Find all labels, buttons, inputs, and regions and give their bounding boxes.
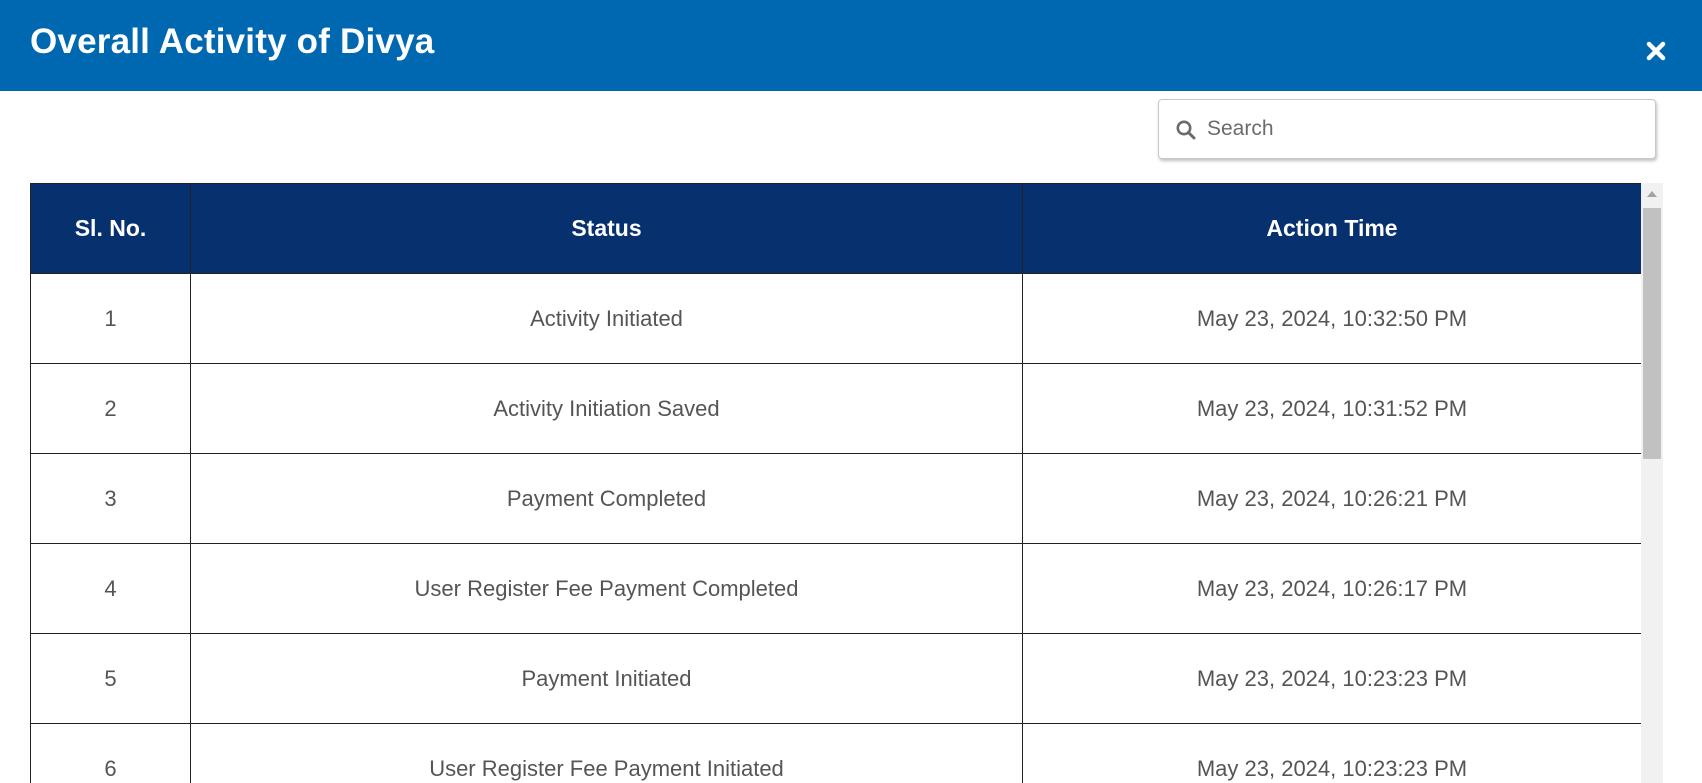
cell-status: Activity Initiated [190, 273, 1023, 364]
table-row: 4 User Register Fee Payment Completed Ma… [30, 543, 1641, 634]
cell-action-time: May 23, 2024, 10:26:17 PM [1022, 543, 1641, 634]
table-header-row: Sl. No. Status Action Time [30, 183, 1641, 274]
cell-status: User Register Fee Payment Initiated [190, 723, 1023, 783]
cell-action-time: May 23, 2024, 10:23:23 PM [1022, 723, 1641, 783]
cell-sl-no: 1 [30, 273, 191, 364]
cell-status: User Register Fee Payment Completed [190, 543, 1023, 634]
close-icon [1646, 41, 1666, 61]
scrollbar-thumb[interactable] [1643, 208, 1661, 459]
cell-status: Activity Initiation Saved [190, 363, 1023, 454]
table-row: 3 Payment Completed May 23, 2024, 10:26:… [30, 453, 1641, 544]
modal-title: Overall Activity of Divya [30, 22, 435, 61]
cell-sl-no: 3 [30, 453, 191, 544]
search-icon [1176, 120, 1196, 140]
table-row: 5 Payment Initiated May 23, 2024, 10:23:… [30, 633, 1641, 724]
cell-sl-no: 6 [30, 723, 191, 783]
cell-sl-no: 5 [30, 633, 191, 724]
close-button[interactable] [1638, 33, 1674, 69]
search-box[interactable] [1158, 99, 1656, 159]
cell-sl-no: 2 [30, 363, 191, 454]
column-header-status[interactable]: Status [190, 183, 1023, 274]
table-scrollbar[interactable] [1641, 183, 1663, 783]
cell-action-time: May 23, 2024, 10:23:23 PM [1022, 633, 1641, 724]
cell-sl-no: 4 [30, 543, 191, 634]
cell-action-time: May 23, 2024, 10:32:50 PM [1022, 273, 1641, 364]
scroll-up-arrow-icon[interactable] [1641, 183, 1663, 205]
cell-status: Payment Completed [190, 453, 1023, 544]
modal-header: Overall Activity of Divya [0, 0, 1702, 91]
activity-table-container: Sl. No. Status Action Time 1 Activity In… [30, 183, 1641, 783]
activity-table: Sl. No. Status Action Time 1 Activity In… [30, 183, 1641, 783]
table-row: 6 User Register Fee Payment Initiated Ma… [30, 723, 1641, 783]
cell-action-time: May 23, 2024, 10:26:21 PM [1022, 453, 1641, 544]
column-header-sl-no[interactable]: Sl. No. [30, 183, 191, 274]
column-header-action-time[interactable]: Action Time [1022, 183, 1641, 274]
search-input[interactable] [1201, 108, 1653, 150]
table-row: 2 Activity Initiation Saved May 23, 2024… [30, 363, 1641, 454]
cell-status: Payment Initiated [190, 633, 1023, 724]
cell-action-time: May 23, 2024, 10:31:52 PM [1022, 363, 1641, 454]
table-row: 1 Activity Initiated May 23, 2024, 10:32… [30, 273, 1641, 364]
